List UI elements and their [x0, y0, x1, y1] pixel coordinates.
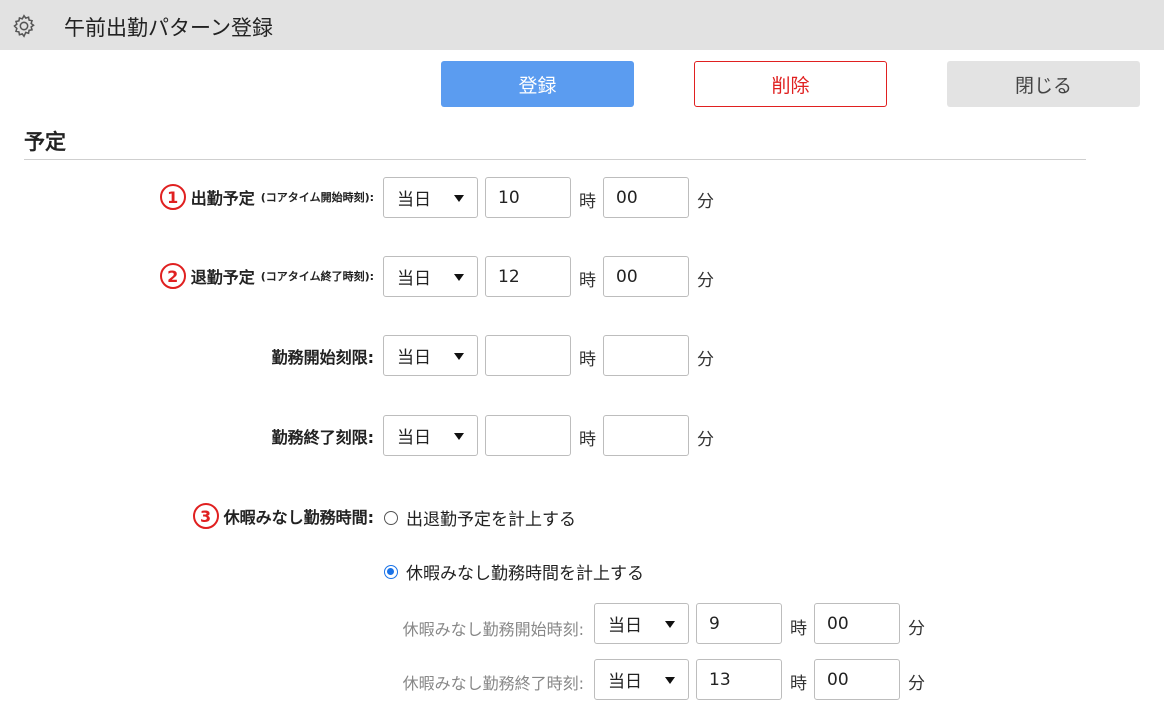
section-divider [24, 159, 1086, 160]
work-end-limit-minute-input[interactable] [603, 415, 689, 456]
hour-unit: 時 [579, 271, 596, 291]
work-start-limit-label: 勤務開始刻限: [271, 348, 374, 367]
radio-unchecked-icon[interactable] [384, 510, 398, 525]
leave-start-minute-input[interactable]: 00 [814, 603, 900, 644]
minute-unit: 分 [908, 619, 925, 639]
leave-end-day-select[interactable]: 当日 [594, 659, 689, 700]
leave-start-label: 休暇みなし勤務開始時刻: [402, 620, 584, 639]
section-title: 予定 [24, 130, 66, 154]
caret-down-icon [454, 433, 464, 440]
radio-option-schedule-label: 出退勤予定を計上する [406, 510, 576, 530]
clock-out-minute-input[interactable]: 00 [603, 256, 689, 297]
caret-down-icon [454, 274, 464, 281]
clock-in-minute-input[interactable]: 00 [603, 177, 689, 218]
clock-out-note: (コアタイム終了時刻): [260, 270, 374, 283]
work-start-limit-minute-input[interactable] [603, 335, 689, 376]
leave-end-minute-input[interactable]: 00 [814, 659, 900, 700]
minute-unit: 分 [697, 271, 714, 291]
minute-unit: 分 [908, 674, 925, 694]
clock-out-day-value: 当日 [397, 269, 431, 289]
hour-unit: 時 [790, 674, 807, 694]
title-bar: 午前出勤パターン登録 [0, 0, 1164, 50]
clock-in-hour-input[interactable]: 10 [485, 177, 571, 218]
work-end-limit-label: 勤務終了刻限: [271, 428, 374, 447]
minute-unit: 分 [697, 430, 714, 450]
caret-down-icon [454, 353, 464, 360]
clock-out-label: 2 退勤予定 (コアタイム終了時刻): [159, 261, 374, 291]
badge-1: 1 [159, 184, 186, 210]
radio-option-leave-hours-label: 休暇みなし勤務時間を計上する [406, 564, 644, 584]
radio-checked-icon[interactable] [384, 564, 398, 579]
hour-unit: 時 [579, 192, 596, 212]
clock-in-day-value: 当日 [397, 190, 431, 210]
clock-out-day-select[interactable]: 当日 [383, 256, 478, 297]
work-start-limit-day-value: 当日 [397, 348, 431, 368]
gear-icon [13, 14, 35, 38]
leave-start-day-value: 当日 [608, 616, 642, 636]
hour-unit: 時 [579, 350, 596, 370]
caret-down-icon [454, 195, 464, 202]
radio-option-schedule[interactable]: 出退勤予定を計上する [384, 505, 576, 530]
minute-unit: 分 [697, 192, 714, 212]
work-end-limit-day-select[interactable]: 当日 [383, 415, 478, 456]
hour-unit: 時 [790, 619, 807, 639]
work-start-limit-day-select[interactable]: 当日 [383, 335, 478, 376]
leave-start-day-select[interactable]: 当日 [594, 603, 689, 644]
radio-option-leave-hours[interactable]: 休暇みなし勤務時間を計上する [384, 559, 644, 584]
caret-down-icon [665, 621, 675, 628]
badge-3: 3 [192, 503, 219, 529]
clock-in-label-text: 出勤予定 [190, 189, 255, 208]
minute-unit: 分 [697, 350, 714, 370]
badge-2: 2 [159, 263, 186, 289]
leave-end-day-value: 当日 [608, 672, 642, 692]
caret-down-icon [665, 677, 675, 684]
delete-button[interactable]: 削除 [694, 61, 887, 107]
leave-hours-label-text: 休暇みなし勤務時間: [223, 508, 374, 527]
leave-start-hour-input[interactable]: 9 [696, 603, 782, 644]
clock-out-label-text: 退勤予定 [190, 268, 255, 287]
work-start-limit-hour-input[interactable] [485, 335, 571, 376]
leave-end-hour-input[interactable]: 13 [696, 659, 782, 700]
leave-end-label: 休暇みなし勤務終了時刻: [402, 674, 584, 693]
work-end-limit-day-value: 当日 [397, 428, 431, 448]
clock-in-day-select[interactable]: 当日 [383, 177, 478, 218]
hour-unit: 時 [579, 430, 596, 450]
leave-hours-label: 3 休暇みなし勤務時間: [192, 501, 374, 531]
window-title: 午前出勤パターン登録 [64, 16, 273, 40]
close-button[interactable]: 閉じる [947, 61, 1140, 107]
clock-in-label: 1 出勤予定 (コアタイム開始時刻): [159, 182, 374, 212]
work-end-limit-hour-input[interactable] [485, 415, 571, 456]
clock-out-hour-input[interactable]: 12 [485, 256, 571, 297]
clock-in-note: (コアタイム開始時刻): [260, 191, 374, 204]
register-button[interactable]: 登録 [441, 61, 634, 107]
